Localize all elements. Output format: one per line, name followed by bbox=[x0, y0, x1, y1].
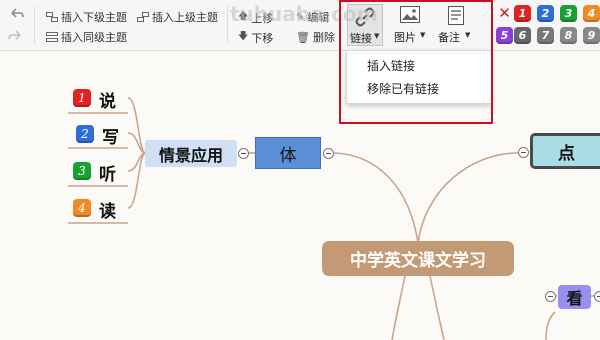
delete-label: 删除 bbox=[312, 31, 335, 44]
collapse-toggle-bottom-right[interactable] bbox=[594, 291, 600, 302]
collapse-toggle-bottom[interactable] bbox=[545, 291, 556, 302]
leaf-topic-write[interactable]: 写 bbox=[102, 123, 119, 148]
marker-priority-7[interactable]: 7 bbox=[537, 27, 554, 44]
redo-icon[interactable] bbox=[8, 28, 24, 42]
insert-sibling-label: 插入同级主题 bbox=[61, 31, 127, 44]
marker-priority-8[interactable]: 8 bbox=[560, 27, 577, 44]
priority-4-icon: 4 bbox=[73, 199, 91, 217]
collapse-toggle-right[interactable] bbox=[518, 147, 529, 158]
branch-topic-left-label: 体 bbox=[279, 145, 297, 166]
branch-topic-bottom-label: 看 bbox=[566, 289, 583, 308]
marker-priority-2[interactable]: 2 bbox=[537, 5, 554, 22]
marker-priority-1[interactable]: 1 bbox=[514, 5, 531, 22]
highlight-box bbox=[339, 0, 493, 124]
insert-parent-label: 插入上级主题 bbox=[152, 11, 218, 24]
branch-topic-right-label: 点 bbox=[558, 143, 575, 164]
subtopic-scenario[interactable]: 情景应用 bbox=[145, 140, 237, 167]
delete-button[interactable]: 🗑 删除 bbox=[296, 29, 335, 45]
insert-sibling-icon bbox=[46, 32, 58, 42]
priority-1-icon: 1 bbox=[73, 89, 91, 107]
move-down-button[interactable]: 🡇 下移 bbox=[238, 29, 273, 46]
leaf-topic-speak[interactable]: 说 bbox=[99, 87, 116, 112]
insert-parent-icon bbox=[137, 12, 149, 22]
trash-icon: 🗑 bbox=[296, 30, 310, 44]
branch-topic-bottom[interactable]: 看 bbox=[558, 285, 591, 309]
branch-topic-left[interactable]: 体 bbox=[255, 137, 321, 169]
move-down-label: 下移 bbox=[251, 31, 274, 45]
marker-priority-9[interactable]: 9 bbox=[583, 27, 600, 44]
leaf-topic-listen[interactable]: 听 bbox=[99, 160, 116, 185]
undo-icon[interactable] bbox=[8, 6, 24, 20]
insert-child-icon bbox=[46, 12, 58, 22]
subtopic-scenario-label: 情景应用 bbox=[158, 145, 223, 165]
insert-parent-topic-button[interactable]: 插入上级主题 bbox=[137, 9, 218, 25]
collapse-toggle-left[interactable] bbox=[323, 148, 334, 159]
branch-topic-right[interactable]: 点 bbox=[530, 133, 600, 169]
insert-sibling-topic-button[interactable]: 插入同级主题 bbox=[46, 29, 127, 45]
marker-priority-4[interactable]: 4 bbox=[583, 5, 600, 22]
collapse-toggle-scenario[interactable] bbox=[238, 148, 249, 159]
central-topic[interactable]: 中学英文课文学习 bbox=[322, 241, 514, 276]
insert-child-label: 插入下级主题 bbox=[61, 11, 127, 24]
remove-marker-icon[interactable]: ✕ bbox=[496, 5, 513, 22]
arrow-down-icon: 🡇 bbox=[238, 31, 249, 42]
marker-priority-6[interactable]: 6 bbox=[514, 27, 531, 44]
marker-priority-5[interactable]: 5 bbox=[496, 27, 513, 44]
priority-3-icon: 3 bbox=[73, 162, 91, 180]
priority-2-icon: 2 bbox=[76, 125, 94, 143]
insert-child-topic-button[interactable]: 插入下级主题 bbox=[46, 9, 127, 25]
central-topic-label: 中学英文课文学习 bbox=[350, 251, 486, 271]
marker-priority-3[interactable]: 3 bbox=[560, 5, 577, 22]
leaf-topic-read[interactable]: 读 bbox=[99, 197, 116, 222]
